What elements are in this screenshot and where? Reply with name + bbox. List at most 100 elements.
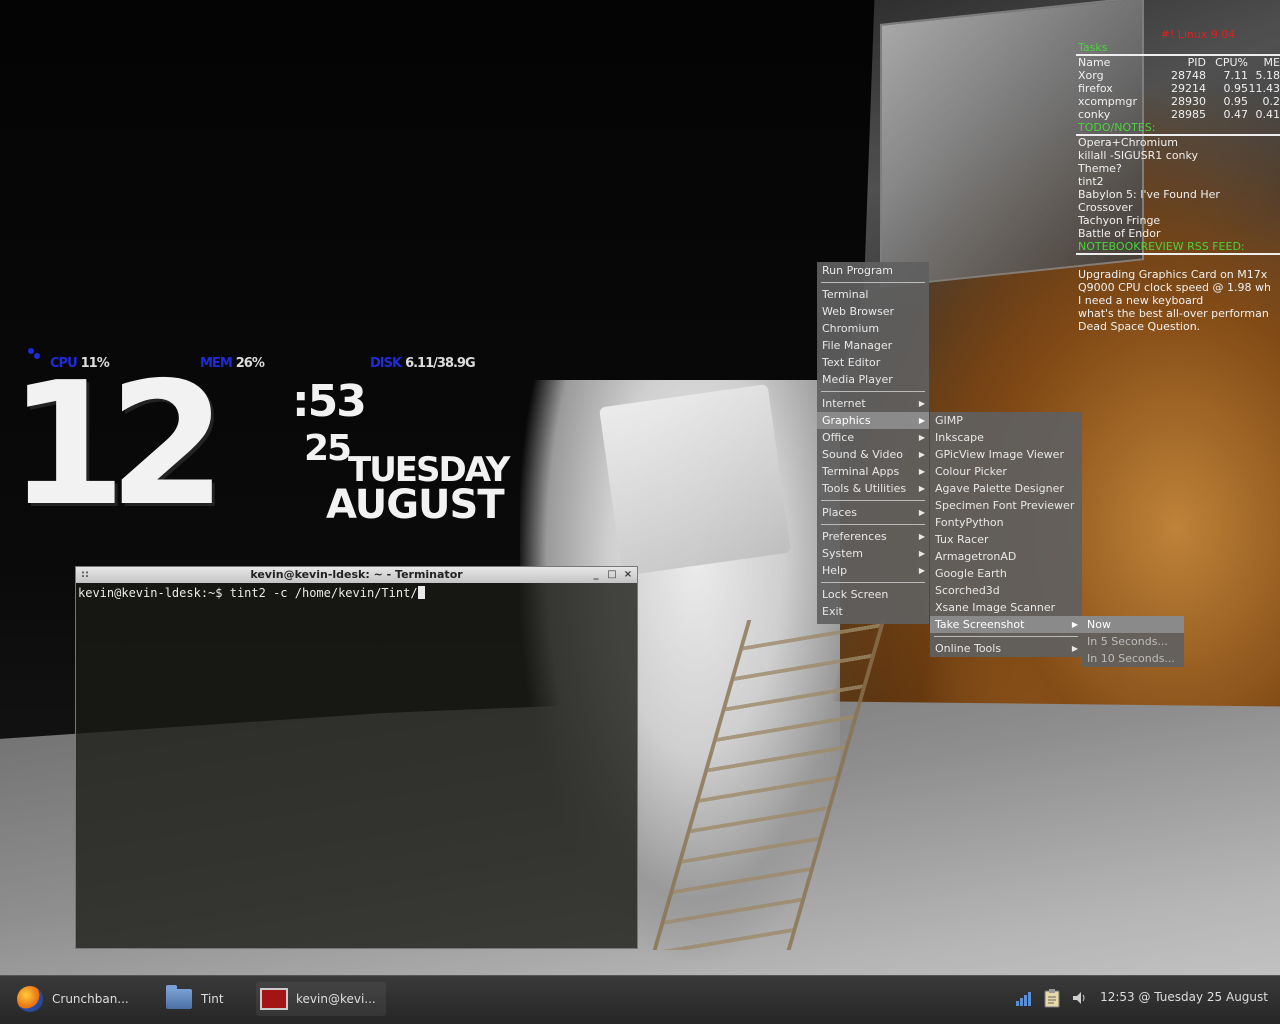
submenu-arrow-icon: ▶: [918, 450, 925, 459]
menu-item-screenshot-5s[interactable]: In 5 Seconds...: [1082, 633, 1184, 650]
process-pid: 28748: [1171, 69, 1206, 82]
menu-separator: [930, 633, 1082, 640]
process-row: xcompmgr 28930 0.95 0.2: [1076, 95, 1280, 108]
process-name: xcompmgr: [1078, 95, 1138, 108]
menu-item-terminal[interactable]: Terminal: [817, 286, 929, 303]
screenshot-submenu: Now In 5 Seconds... In 10 Seconds...: [1082, 616, 1184, 667]
menu-separator: [817, 521, 929, 528]
wallpaper-astronaut-backpack: [598, 383, 792, 577]
task-firefox[interactable]: Crunchban...: [16, 982, 129, 1016]
close-icon[interactable]: ×: [623, 567, 633, 583]
todo-item: Theme?: [1078, 162, 1122, 175]
clock-month: AUGUST: [326, 482, 505, 528]
menu-label: Tools & Utilities: [822, 482, 907, 495]
menu-label: Preferences: [822, 530, 887, 543]
menu-item-office[interactable]: Office ▶: [817, 429, 929, 446]
submenu-arrow-icon: ▶: [918, 508, 925, 517]
menu-item-exit[interactable]: Exit: [817, 603, 929, 620]
menu-item-colour-picker[interactable]: Colour Picker: [930, 463, 1082, 480]
menu-item-text-editor[interactable]: Text Editor: [817, 354, 929, 371]
menu-item-google-earth[interactable]: Google Earth: [930, 565, 1082, 582]
menu-item-terminal-apps[interactable]: Terminal Apps ▶: [817, 463, 929, 480]
rss-item: I need a new keyboard: [1078, 294, 1204, 307]
menu-label: System: [822, 547, 864, 560]
terminal-cursor: [417, 586, 425, 599]
conky-system-panel: #! Linux 9.04 Tasks Name PID CPU% ME Xor…: [1076, 28, 1280, 333]
menu-item-tools-utilities[interactable]: Tools & Utilities ▶: [817, 480, 929, 497]
menu-label: Help: [822, 564, 848, 577]
terminal-window[interactable]: :: kevin@kevin-ldesk: ~ - Terminator _ □…: [75, 566, 638, 949]
menu-item-help[interactable]: Help ▶: [817, 562, 929, 579]
openbox-root-menu: Run Program Terminal Web Browser Chromiu…: [817, 262, 929, 624]
window-controls: _ □ ×: [591, 567, 633, 583]
terminal-content[interactable]: kevin@kevin-ldesk:~$ tint2 -c /home/kevi…: [76, 583, 637, 603]
menu-item-fontypython[interactable]: FontyPython: [930, 514, 1082, 531]
disk-label: DISK: [370, 356, 402, 371]
column-mem: ME: [1263, 56, 1280, 69]
menu-item-lock-screen[interactable]: Lock Screen: [817, 586, 929, 603]
submenu-arrow-icon: ▶: [918, 484, 925, 493]
task-label: Tint: [201, 992, 224, 1006]
menu-item-screenshot-now[interactable]: Now: [1082, 616, 1184, 633]
tasks-header: Tasks: [1076, 41, 1280, 56]
menu-item-preferences[interactable]: Preferences ▶: [817, 528, 929, 545]
process-row: conky 28985 0.47 0.41: [1076, 108, 1280, 121]
taskbar-clock[interactable]: 12:53 @ Tuesday 25 August: [1100, 990, 1268, 1004]
minimize-icon[interactable]: _: [591, 567, 601, 583]
menu-item-gimp[interactable]: GIMP: [930, 412, 1082, 429]
menu-item-file-manager[interactable]: File Manager: [817, 337, 929, 354]
disk-value: 6.11/38.9G: [405, 356, 476, 371]
todo-item: Tachyon Fringe: [1078, 214, 1161, 227]
rss-spacer: [1076, 255, 1280, 268]
rss-item: what's the best all-over performan: [1078, 307, 1269, 320]
menu-item-system[interactable]: System ▶: [817, 545, 929, 562]
terminal-titlebar[interactable]: :: kevin@kevin-ldesk: ~ - Terminator _ □…: [76, 567, 637, 583]
maximize-icon[interactable]: □: [607, 567, 617, 583]
terminal-command-line: kevin@kevin-ldesk:~$ tint2 -c /home/kevi…: [78, 586, 418, 600]
rss-item: Upgrading Graphics Card on M17x: [1078, 268, 1268, 281]
menu-item-screenshot-10s[interactable]: In 10 Seconds...: [1082, 650, 1184, 667]
menu-item-gpicview[interactable]: GPicView Image Viewer: [930, 446, 1082, 463]
menu-label: Internet: [822, 397, 866, 410]
process-name: Xorg: [1078, 69, 1104, 82]
menu-item-graphics[interactable]: Graphics ▶: [817, 412, 929, 429]
conky-clock-widget: CPU 11% MEM 26% DISK 6.11/38.9G 12 :53 25 T…: [0, 340, 580, 540]
clipboard-icon[interactable]: [1041, 986, 1063, 1010]
menu-item-armagetronad[interactable]: ArmagetronAD: [930, 548, 1082, 565]
process-pid: 28930: [1171, 95, 1206, 108]
process-cpu: 0.95: [1223, 95, 1249, 108]
disk-stat: DISK 6.11/38.9G: [370, 356, 476, 371]
window-menu-icon[interactable]: ::: [81, 567, 89, 583]
menu-label: Take Screenshot: [935, 618, 1025, 631]
task-label: kevin@kevi...: [296, 992, 376, 1006]
process-mem: 0.2: [1262, 95, 1280, 108]
menu-item-places[interactable]: Places ▶: [817, 504, 929, 521]
task-file-manager[interactable]: Tint: [165, 982, 224, 1016]
menu-item-specimen[interactable]: Specimen Font Previewer: [930, 497, 1082, 514]
menu-item-online-tools[interactable]: Online Tools ▶: [930, 640, 1082, 657]
rss-header: NOTEBOOKREVIEW RSS FEED:: [1076, 240, 1280, 255]
column-pid: PID: [1187, 56, 1206, 69]
menu-separator: [817, 279, 929, 286]
todo-item: tint2: [1078, 175, 1104, 188]
menu-item-sound-video[interactable]: Sound & Video ▶: [817, 446, 929, 463]
submenu-arrow-icon: ▶: [918, 549, 925, 558]
clock-minute: :53: [292, 376, 367, 427]
menu-item-inkscape[interactable]: Inkscape: [930, 429, 1082, 446]
network-signal-icon[interactable]: [1012, 986, 1034, 1010]
menu-item-run-program[interactable]: Run Program: [817, 262, 929, 279]
menu-item-scorched3d[interactable]: Scorched3d: [930, 582, 1082, 599]
task-terminal[interactable]: kevin@kevi...: [256, 982, 386, 1016]
terminal-title: kevin@kevin-ldesk: ~ - Terminator: [250, 568, 463, 581]
menu-item-internet[interactable]: Internet ▶: [817, 395, 929, 412]
menu-item-media-player[interactable]: Media Player: [817, 371, 929, 388]
menu-item-take-screenshot[interactable]: Take Screenshot ▶: [930, 616, 1082, 633]
menu-item-tux-racer[interactable]: Tux Racer: [930, 531, 1082, 548]
menu-item-xsane[interactable]: Xsane Image Scanner: [930, 599, 1082, 616]
menu-item-agave[interactable]: Agave Palette Designer: [930, 480, 1082, 497]
menu-item-chromium[interactable]: Chromium: [817, 320, 929, 337]
menu-item-web-browser[interactable]: Web Browser: [817, 303, 929, 320]
menu-label: Places: [822, 506, 857, 519]
volume-icon[interactable]: [1068, 986, 1090, 1010]
todo-item: killall -SIGUSR1 conky: [1078, 149, 1199, 162]
